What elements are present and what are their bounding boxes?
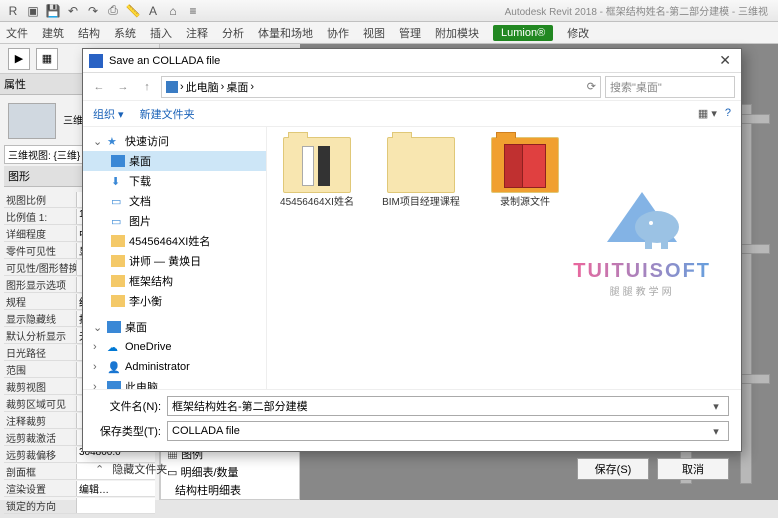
filename-input[interactable]: 框架结构姓名-第二部分建模▾ (167, 396, 729, 416)
print-icon[interactable]: ⎙ (104, 2, 122, 20)
play-icon[interactable]: ▶ (8, 48, 30, 70)
docs-icon: ▭ (111, 195, 125, 207)
tab-arch[interactable]: 建筑 (42, 25, 64, 41)
file-list[interactable]: 45456464XI姓名 BIM项目经理课程 录制源文件 TUITUISOFT … (267, 127, 741, 389)
chevron-up-icon[interactable]: ⌃ (95, 463, 104, 476)
folder-label: 45456464XI姓名 (277, 197, 357, 209)
back-icon[interactable]: ← (89, 77, 109, 97)
side-od[interactable]: OneDrive (125, 341, 171, 353)
app-icon[interactable]: R (4, 2, 22, 20)
up-icon[interactable]: ↑ (137, 77, 157, 97)
user-icon: 👤 (107, 361, 121, 373)
side-quick[interactable]: 快速访问 (125, 133, 169, 149)
watermark: TUITUISOFT 腿腿教学网 (573, 177, 711, 298)
view-mode-icon[interactable]: ▦ ▾ (698, 107, 717, 120)
view-type-icon (8, 103, 56, 139)
pc-icon (107, 381, 121, 389)
pics-icon: ▭ (111, 215, 125, 227)
settings-thumb[interactable]: ▦ (36, 48, 58, 70)
watermark-sub: 腿腿教学网 (573, 283, 711, 298)
folder-item[interactable]: 45456464XI姓名 (277, 137, 357, 209)
side-desk2[interactable]: 桌面 (125, 319, 147, 335)
tab-mass[interactable]: 体量和场地 (258, 25, 313, 41)
tab-file[interactable]: 文件 (6, 25, 28, 41)
side-pc[interactable]: 此电脑 (125, 379, 158, 389)
desktop-icon (111, 155, 125, 167)
save-icon[interactable]: 💾 (44, 2, 62, 20)
side-f3[interactable]: 框架结构 (129, 273, 173, 289)
save-button[interactable]: 保存(S) (577, 458, 649, 480)
undo-icon[interactable]: ↶ (64, 2, 82, 20)
tab-modify[interactable]: 修改 (567, 25, 589, 41)
organize-menu[interactable]: 组织 ▾ (93, 106, 124, 122)
quick-access-toolbar: R ▣ 💾 ↶ ↷ ⎙ 📏 A ⌂ ≡ Autodesk Revit 2018 … (0, 0, 778, 22)
breadcrumb[interactable]: › 此电脑 › 桌面 › ⟳ (161, 76, 601, 98)
download-icon: ⬇ (111, 175, 125, 187)
folder-icon (111, 295, 125, 307)
quick-access-icon: ★ (107, 135, 121, 147)
pc-icon (166, 81, 178, 93)
tab-sys[interactable]: 系统 (114, 25, 136, 41)
side-f4[interactable]: 李小衡 (129, 293, 162, 309)
tab-analyze[interactable]: 分析 (222, 25, 244, 41)
tab-lumion[interactable]: Lumion® (493, 25, 553, 41)
folder-icon (111, 235, 125, 247)
new-folder-button[interactable]: 新建文件夹 (140, 106, 195, 122)
tab-insert[interactable]: 插入 (150, 25, 172, 41)
align-icon[interactable]: ≡ (184, 2, 202, 20)
side-dl[interactable]: 下载 (129, 173, 151, 189)
side-docs[interactable]: 文档 (129, 193, 151, 209)
cancel-button[interactable]: 取消 (657, 458, 729, 480)
folder-label: BIM项目经理课程 (381, 197, 461, 209)
folder-icon (111, 255, 125, 267)
side-desktop[interactable]: 桌面 (129, 153, 151, 169)
side-f2[interactable]: 讲师 — 黄焕日 (129, 253, 201, 269)
tab-view[interactable]: 视图 (363, 25, 385, 41)
tab-struct[interactable]: 结构 (78, 25, 100, 41)
side-admin[interactable]: Administrator (125, 361, 190, 373)
folder-icon (111, 275, 125, 287)
fwd-icon[interactable]: → (113, 77, 133, 97)
folder-item[interactable]: BIM项目经理课程 (381, 137, 461, 209)
desktop-icon (107, 321, 121, 333)
save-dialog: Save an COLLADA file ✕ ← → ↑ › 此电脑 › 桌面 … (82, 48, 742, 452)
crumb-desk[interactable]: 桌面 (226, 79, 248, 95)
redo-icon[interactable]: ↷ (84, 2, 102, 20)
measure-icon[interactable]: 📏 (124, 2, 142, 20)
home-icon[interactable]: ⌂ (164, 2, 182, 20)
nav-sidebar[interactable]: ⌄★快速访问 桌面 ⬇下载 ▭文档 ▭图片 45456464XI姓名 讲师 — … (83, 127, 267, 389)
tab-collab[interactable]: 协作 (327, 25, 349, 41)
tab-manage[interactable]: 管理 (399, 25, 421, 41)
ribbon-tabs: 文件 建筑 结构 系统 插入 注释 分析 体量和场地 协作 视图 管理 附加模块… (0, 22, 778, 44)
search-input[interactable]: 搜索"桌面" (605, 76, 735, 98)
open-icon[interactable]: ▣ (24, 2, 42, 20)
filetype-select[interactable]: COLLADA file▾ (167, 421, 729, 441)
hide-folders-link[interactable]: 隐藏文件夹 (112, 461, 167, 477)
tab-addins[interactable]: 附加模块 (435, 25, 479, 41)
filename-label: 文件名(N): (95, 398, 161, 414)
dialog-icon (89, 54, 103, 68)
folder-label: 录制源文件 (485, 197, 565, 209)
app-title: Autodesk Revit 2018 - 框架结构姓名-第二部分建模 - 三维… (505, 3, 774, 18)
tab-annot[interactable]: 注释 (186, 25, 208, 41)
text-icon[interactable]: A (144, 2, 162, 20)
watermark-text: TUITUISOFT (573, 260, 711, 283)
filetype-label: 保存类型(T): (95, 423, 161, 439)
crumb-pc[interactable]: 此电脑 (186, 79, 219, 95)
side-pics[interactable]: 图片 (129, 213, 151, 229)
help-icon[interactable]: ? (725, 107, 731, 120)
folder-item[interactable]: 录制源文件 (485, 137, 565, 209)
onedrive-icon: ☁ (107, 341, 121, 353)
side-f1[interactable]: 45456464XI姓名 (129, 233, 210, 249)
dialog-title: Save an COLLADA file (109, 55, 220, 67)
close-icon[interactable]: ✕ (715, 52, 735, 69)
